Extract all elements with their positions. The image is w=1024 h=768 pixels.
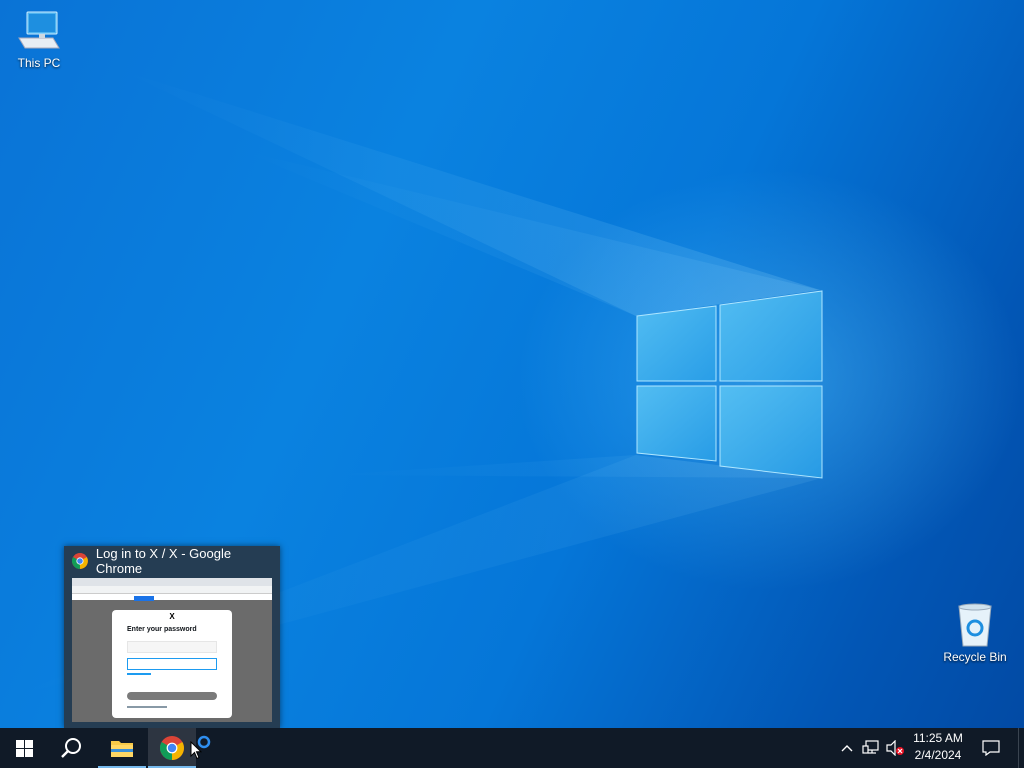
action-center-button[interactable]: [976, 728, 1006, 768]
folder-icon: [111, 741, 133, 757]
thumb-login-button: [127, 692, 217, 700]
desktop-icon-recycle-bin[interactable]: Recycle Bin: [938, 602, 1012, 664]
thumb-login-dialog: X Enter your password: [112, 610, 232, 718]
chrome-icon: [72, 553, 88, 569]
taskbar: 11:25 AM 2/4/2024: [0, 728, 1024, 768]
thumb-address-bar: [72, 586, 272, 594]
desktop-icon-this-pc[interactable]: This PC: [2, 8, 76, 70]
taskbar-google-chrome[interactable]: [148, 728, 196, 768]
windows-logo-icon: [15, 739, 33, 757]
preview-thumbnail: X Enter your password: [72, 578, 272, 722]
show-hidden-icons-button[interactable]: [838, 728, 856, 768]
computer-icon: [15, 8, 63, 54]
clock[interactable]: 11:25 AM 2/4/2024: [906, 730, 970, 766]
taskbar-window-preview[interactable]: Log in to X / X - Google Chrome X Enter …: [64, 546, 280, 728]
search-button[interactable]: [48, 728, 96, 768]
clock-time: 11:25 AM: [913, 731, 963, 745]
clock-date: 2/4/2024: [914, 748, 962, 762]
mouse-cursor-icon: [190, 741, 202, 760]
thumb-signup-link: [127, 706, 167, 708]
thumb-bookmark-bar: [72, 594, 272, 601]
thumb-username-field: [127, 641, 217, 653]
chevron-up-icon: [841, 745, 853, 752]
thumb-tab-bar: [72, 578, 272, 586]
start-button[interactable]: [0, 728, 48, 768]
volume-button[interactable]: [884, 728, 906, 768]
recycle-bin-icon: [951, 602, 999, 648]
desktop-icon-label: This PC: [17, 56, 61, 70]
chrome-icon: [160, 736, 184, 760]
x-logo: X: [169, 612, 175, 621]
taskbar-file-explorer[interactable]: [98, 728, 146, 768]
volume-muted-icon: [886, 740, 904, 756]
desktop-icon-label: Recycle Bin: [943, 650, 1007, 664]
thumb-password-field: [127, 658, 217, 670]
network-button[interactable]: [860, 728, 882, 768]
preview-window-title: Log in to X / X - Google Chrome: [95, 546, 232, 576]
show-desktop-divider[interactable]: [1018, 728, 1019, 768]
network-icon: [862, 740, 879, 754]
preview-title-bar: Log in to X / X - Google Chrome: [64, 546, 280, 576]
notification-icon: [982, 740, 1000, 756]
search-icon: [61, 738, 81, 758]
thumb-forgot-link: [127, 673, 151, 675]
thumb-dialog-heading: Enter your password: [127, 626, 197, 633]
